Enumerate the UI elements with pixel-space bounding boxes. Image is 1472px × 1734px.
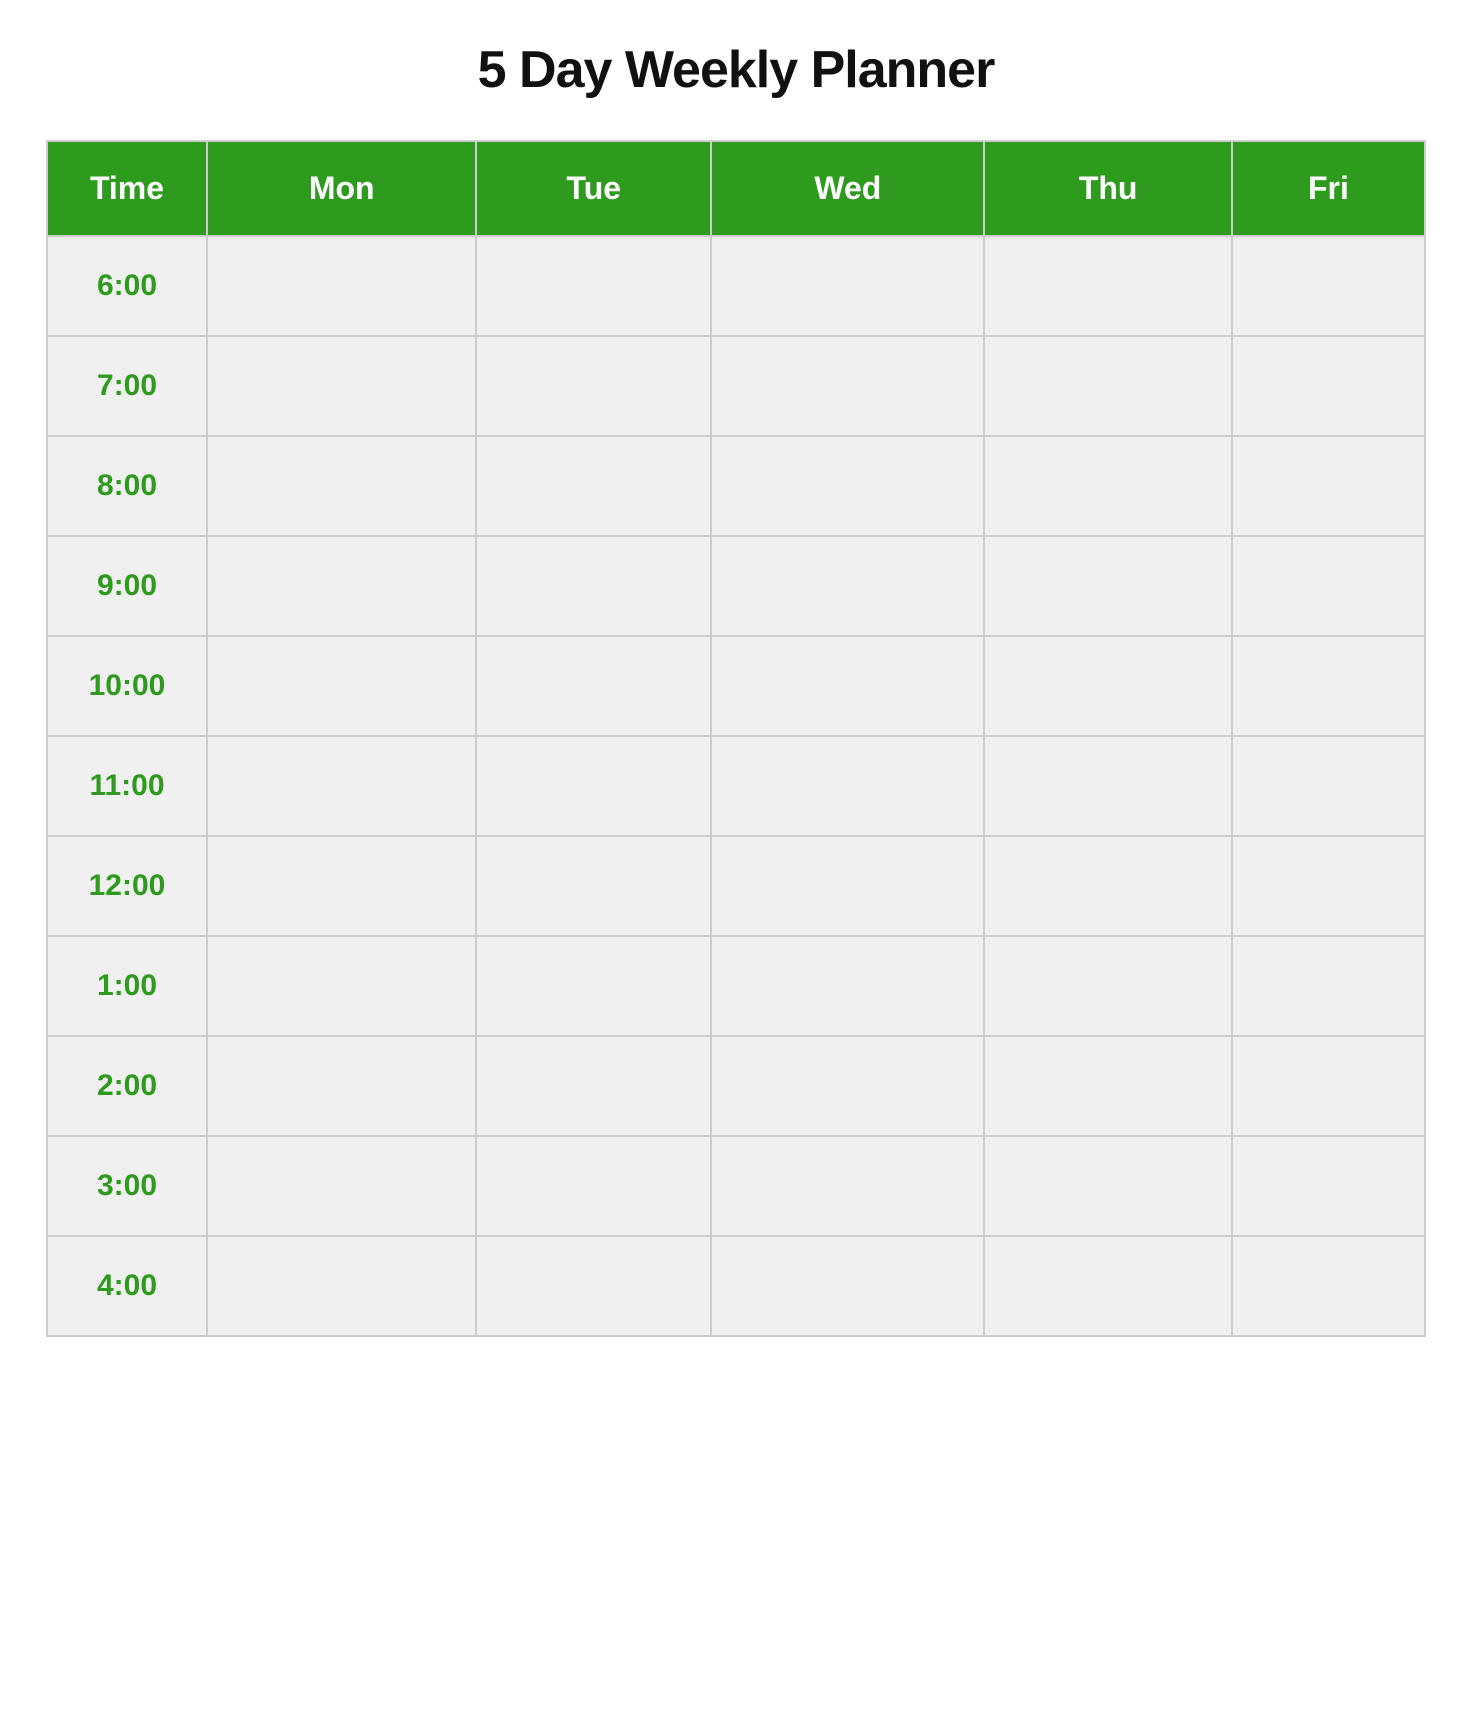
table-row: 12:00 — [47, 836, 1425, 936]
cell-thu-4[interactable] — [984, 636, 1232, 736]
cell-fri-3[interactable] — [1232, 536, 1425, 636]
cell-fri-4[interactable] — [1232, 636, 1425, 736]
cell-wed-10[interactable] — [711, 1236, 984, 1336]
header-tue: Tue — [476, 141, 711, 236]
cell-thu-9[interactable] — [984, 1136, 1232, 1236]
table-row: 7:00 — [47, 336, 1425, 436]
time-cell: 7:00 — [47, 336, 207, 436]
cell-wed-9[interactable] — [711, 1136, 984, 1236]
cell-tue-8[interactable] — [476, 1036, 711, 1136]
header-mon: Mon — [207, 141, 476, 236]
cell-fri-7[interactable] — [1232, 936, 1425, 1036]
time-cell: 12:00 — [47, 836, 207, 936]
cell-thu-0[interactable] — [984, 236, 1232, 336]
cell-thu-7[interactable] — [984, 936, 1232, 1036]
cell-fri-0[interactable] — [1232, 236, 1425, 336]
table-row: 6:00 — [47, 236, 1425, 336]
cell-fri-2[interactable] — [1232, 436, 1425, 536]
cell-tue-0[interactable] — [476, 236, 711, 336]
cell-tue-7[interactable] — [476, 936, 711, 1036]
cell-wed-5[interactable] — [711, 736, 984, 836]
cell-tue-5[interactable] — [476, 736, 711, 836]
time-cell: 3:00 — [47, 1136, 207, 1236]
header-fri: Fri — [1232, 141, 1425, 236]
cell-fri-1[interactable] — [1232, 336, 1425, 436]
time-cell: 8:00 — [47, 436, 207, 536]
page-title: 5 Day Weekly Planner — [478, 40, 995, 100]
cell-wed-6[interactable] — [711, 836, 984, 936]
time-cell: 2:00 — [47, 1036, 207, 1136]
cell-fri-9[interactable] — [1232, 1136, 1425, 1236]
table-row: 9:00 — [47, 536, 1425, 636]
cell-thu-6[interactable] — [984, 836, 1232, 936]
cell-fri-6[interactable] — [1232, 836, 1425, 936]
cell-thu-8[interactable] — [984, 1036, 1232, 1136]
cell-mon-2[interactable] — [207, 436, 476, 536]
header-thu: Thu — [984, 141, 1232, 236]
time-cell: 10:00 — [47, 636, 207, 736]
cell-mon-0[interactable] — [207, 236, 476, 336]
cell-mon-9[interactable] — [207, 1136, 476, 1236]
cell-wed-3[interactable] — [711, 536, 984, 636]
cell-tue-3[interactable] — [476, 536, 711, 636]
cell-wed-4[interactable] — [711, 636, 984, 736]
table-row: 4:00 — [47, 1236, 1425, 1336]
cell-wed-0[interactable] — [711, 236, 984, 336]
cell-tue-6[interactable] — [476, 836, 711, 936]
cell-mon-3[interactable] — [207, 536, 476, 636]
cell-mon-7[interactable] — [207, 936, 476, 1036]
table-row: 11:00 — [47, 736, 1425, 836]
cell-thu-1[interactable] — [984, 336, 1232, 436]
cell-mon-8[interactable] — [207, 1036, 476, 1136]
table-row: 2:00 — [47, 1036, 1425, 1136]
cell-thu-5[interactable] — [984, 736, 1232, 836]
cell-thu-3[interactable] — [984, 536, 1232, 636]
table-row: 1:00 — [47, 936, 1425, 1036]
time-cell: 1:00 — [47, 936, 207, 1036]
cell-mon-1[interactable] — [207, 336, 476, 436]
cell-tue-10[interactable] — [476, 1236, 711, 1336]
time-cell: 9:00 — [47, 536, 207, 636]
cell-fri-5[interactable] — [1232, 736, 1425, 836]
cell-mon-5[interactable] — [207, 736, 476, 836]
cell-wed-7[interactable] — [711, 936, 984, 1036]
cell-mon-6[interactable] — [207, 836, 476, 936]
cell-fri-8[interactable] — [1232, 1036, 1425, 1136]
header-time: Time — [47, 141, 207, 236]
header-row: Time Mon Tue Wed Thu Fri — [47, 141, 1425, 236]
cell-tue-1[interactable] — [476, 336, 711, 436]
planner-table: Time Mon Tue Wed Thu Fri 6:007:008:009:0… — [46, 140, 1426, 1337]
cell-thu-10[interactable] — [984, 1236, 1232, 1336]
time-cell: 6:00 — [47, 236, 207, 336]
header-wed: Wed — [711, 141, 984, 236]
cell-mon-10[interactable] — [207, 1236, 476, 1336]
cell-mon-4[interactable] — [207, 636, 476, 736]
cell-thu-2[interactable] — [984, 436, 1232, 536]
cell-wed-2[interactable] — [711, 436, 984, 536]
table-row: 10:00 — [47, 636, 1425, 736]
cell-tue-2[interactable] — [476, 436, 711, 536]
cell-wed-1[interactable] — [711, 336, 984, 436]
cell-tue-9[interactable] — [476, 1136, 711, 1236]
table-row: 3:00 — [47, 1136, 1425, 1236]
cell-wed-8[interactable] — [711, 1036, 984, 1136]
time-cell: 4:00 — [47, 1236, 207, 1336]
time-cell: 11:00 — [47, 736, 207, 836]
table-row: 8:00 — [47, 436, 1425, 536]
cell-tue-4[interactable] — [476, 636, 711, 736]
cell-fri-10[interactable] — [1232, 1236, 1425, 1336]
